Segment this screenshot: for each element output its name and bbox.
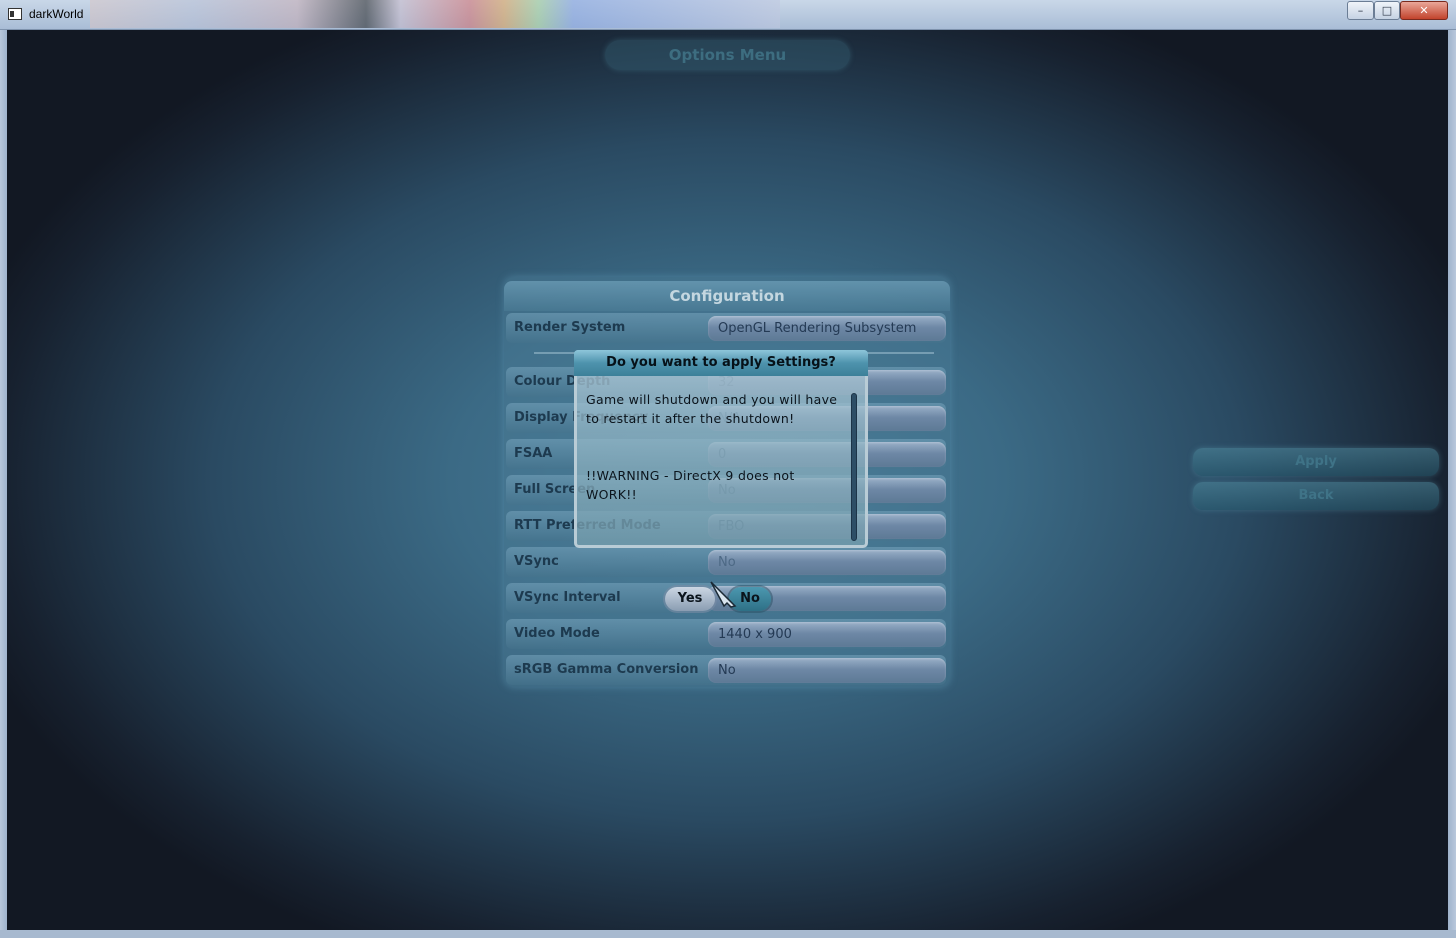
window-frame-left [0, 30, 7, 938]
window-frame-bottom [0, 930, 1456, 938]
config-label: FSAA [514, 446, 553, 461]
maximize-icon[interactable]: □ [1374, 1, 1400, 20]
window-frame-right [1448, 30, 1456, 938]
config-label: Render System [514, 320, 626, 335]
config-value-dropdown[interactable]: No [708, 658, 946, 683]
config-label: Video Mode [514, 626, 600, 641]
close-icon[interactable]: ✕ [1400, 1, 1448, 20]
window-titlebar[interactable]: darkWorld – □ ✕ [0, 0, 1456, 30]
config-label: VSync Interval [514, 590, 621, 605]
config-row-srgb-gamma[interactable]: sRGB Gamma Conversion No [506, 655, 946, 685]
taskbar-strip [90, 0, 780, 28]
config-row-render-system[interactable]: Render System OpenGL Rendering Subsystem [506, 313, 946, 343]
dialog-title: Do you want to apply Settings? [574, 350, 868, 376]
config-value-dropdown[interactable]: 1440 x 900 [708, 622, 946, 647]
options-menu-title: Options Menu [605, 40, 850, 70]
back-button[interactable]: Back [1193, 482, 1439, 510]
dialog-warning: !!WARNING - DirectX 9 does not WORK!! [586, 468, 795, 502]
dialog-scrollbar[interactable] [851, 393, 857, 541]
window-title: darkWorld [29, 7, 84, 21]
configuration-title: Configuration [504, 281, 950, 311]
yes-button[interactable]: Yes [665, 587, 715, 611]
dialog-message: Game will shutdown and you will have to … [586, 392, 838, 426]
mouse-cursor-icon [710, 581, 737, 608]
apply-settings-dialog: Do you want to apply Settings? Game will… [574, 350, 868, 548]
config-value-dropdown[interactable]: No [708, 550, 946, 575]
config-row-vsync[interactable]: VSync No [506, 547, 946, 577]
apply-button[interactable]: Apply [1193, 448, 1439, 476]
config-value-dropdown[interactable]: OpenGL Rendering Subsystem [708, 316, 946, 341]
app-icon [8, 8, 22, 20]
config-row-video-mode[interactable]: Video Mode 1440 x 900 [506, 619, 946, 649]
config-label: sRGB Gamma Conversion [514, 662, 699, 677]
config-label: VSync [514, 554, 559, 569]
minimize-icon[interactable]: – [1347, 1, 1374, 20]
